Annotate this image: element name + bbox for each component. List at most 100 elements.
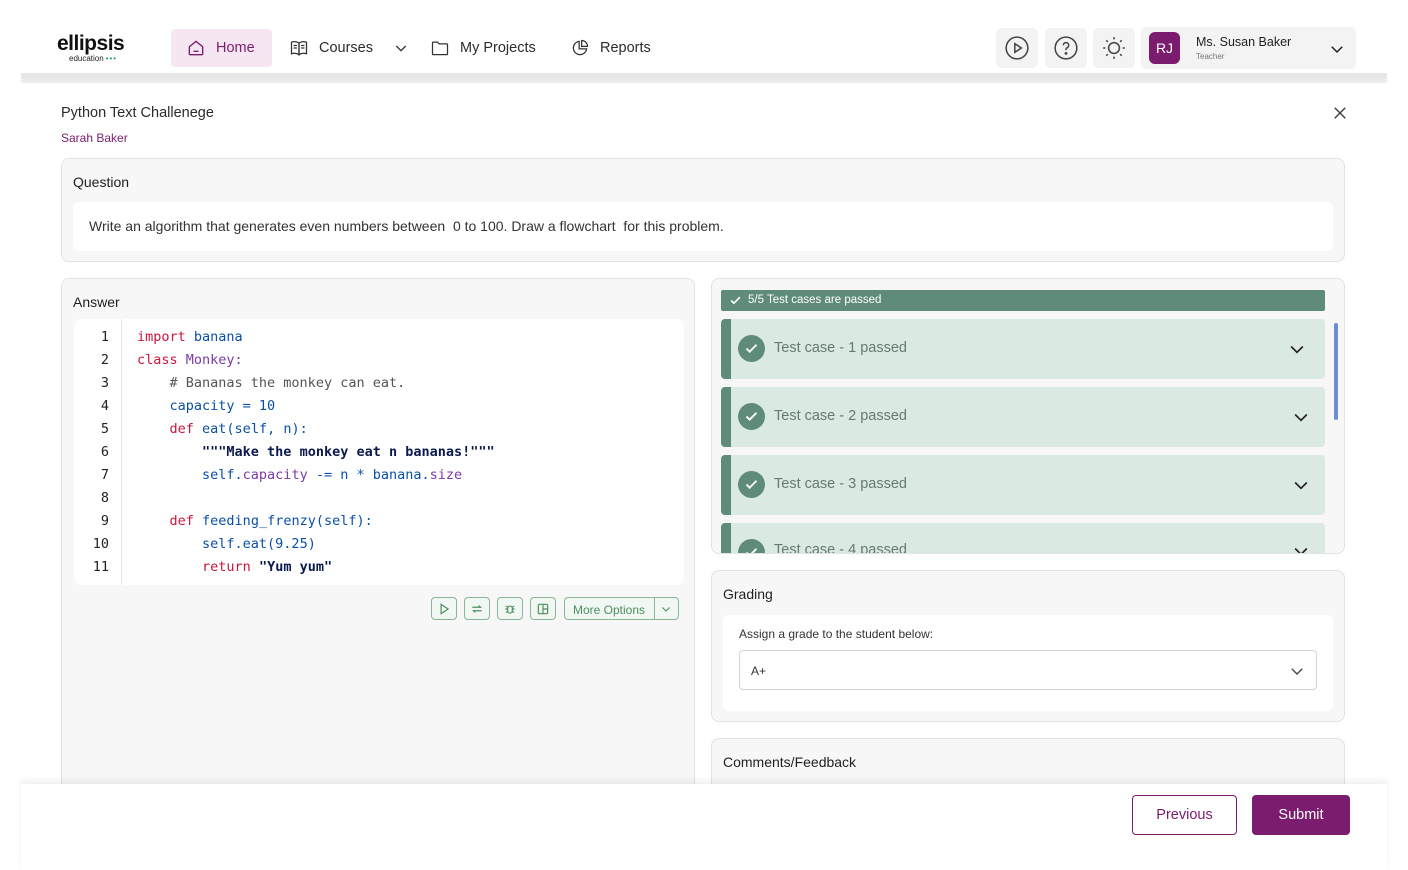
top-navbar: ellipsis education ••• Home Courses My Pr…	[21, 0, 1387, 74]
brand-name: ellipsis	[57, 32, 125, 55]
user-role: Teacher	[1196, 52, 1225, 61]
layout-button[interactable]	[530, 597, 556, 620]
line-number: 7	[100, 467, 109, 483]
nav-courses-label: Courses	[319, 40, 373, 56]
line-number: 8	[100, 490, 109, 506]
home-icon	[188, 40, 204, 56]
code-line: import banana	[137, 329, 243, 345]
line-number: 1	[100, 329, 109, 345]
grade-prompt: Assign a grade to the student below:	[739, 627, 934, 641]
play-icon	[1005, 36, 1029, 60]
more-options-button[interactable]: More Options	[564, 597, 679, 620]
book-icon	[290, 40, 308, 56]
layout-icon	[537, 603, 549, 614]
brand-sub: education •••	[69, 54, 118, 63]
check-icon	[738, 335, 765, 362]
code-line: class Monkey:	[137, 352, 243, 368]
code-line: self.eat(9.25)	[202, 536, 316, 552]
answer-card: Answer 1 2 3 4 5 6 7 8 9 10 11 import banana class …	[61, 278, 695, 798]
grading-label: Grading	[723, 586, 773, 602]
test-case-item[interactable]: Test case - 4 passed	[721, 523, 1325, 554]
run-button[interactable]	[431, 597, 457, 620]
test-case-label: Test case - 3 passed	[774, 476, 907, 492]
line-number: 5	[100, 421, 109, 437]
theme-toggle-button[interactable]	[1093, 28, 1135, 68]
more-options-divider	[654, 598, 655, 619]
student-name[interactable]: Sarah Baker	[61, 131, 128, 145]
chevron-down-icon[interactable]	[1287, 339, 1307, 359]
help-button[interactable]	[1045, 28, 1087, 68]
footer-bar: Previous Submit	[21, 784, 1387, 870]
test-case-item[interactable]: Test case - 2 passed	[721, 387, 1325, 447]
chevron-down-icon[interactable]	[393, 40, 409, 56]
help-icon	[1054, 36, 1078, 60]
check-icon	[738, 471, 765, 498]
grade-value: A+	[751, 664, 767, 678]
run-icon	[440, 602, 450, 615]
test-case-label: Test case - 1 passed	[774, 340, 907, 356]
submit-button[interactable]: Submit	[1252, 795, 1350, 835]
page-title: Python Text Challenege	[61, 105, 214, 121]
close-icon[interactable]	[1331, 104, 1349, 122]
tutorial-button[interactable]	[996, 28, 1038, 68]
nav-courses[interactable]: Courses	[289, 29, 373, 67]
code-line: def eat(self, n):	[169, 421, 308, 437]
line-number: 3	[100, 375, 109, 391]
nav-home-label: Home	[216, 40, 255, 56]
folder-icon	[431, 41, 449, 56]
user-menu[interactable]: RJ Ms. Susan Baker Teacher	[1141, 27, 1356, 69]
previous-button[interactable]: Previous	[1132, 795, 1237, 835]
code-line: # Bananas the monkey can eat.	[169, 375, 406, 391]
line-gutter: 1 2 3 4 5 6 7 8 9 10 11	[74, 319, 122, 585]
chevron-down-icon[interactable]	[1291, 541, 1311, 554]
debug-icon	[505, 605, 515, 614]
check-icon	[730, 296, 741, 305]
nav-home[interactable]: Home	[171, 29, 272, 67]
pie-chart-icon	[572, 39, 589, 56]
code-editor[interactable]: 1 2 3 4 5 6 7 8 9 10 11 import banana class Monkey:…	[74, 319, 684, 585]
test-case-item[interactable]: Test case - 3 passed	[721, 455, 1325, 515]
brand-logo[interactable]: ellipsis education •••	[57, 32, 125, 63]
chevron-down-icon	[1291, 668, 1303, 675]
question-box: Write an algorithm that generates even n…	[73, 202, 1333, 251]
grading-card: Grading Assign a grade to the student be…	[711, 570, 1345, 722]
loop-button[interactable]	[464, 597, 490, 620]
check-icon	[738, 539, 765, 553]
test-case-item[interactable]: Test case - 1 passed	[721, 319, 1325, 379]
code-line: capacity = 10	[169, 398, 276, 414]
grade-select[interactable]: A+	[739, 650, 1317, 690]
line-number: 9	[100, 513, 109, 529]
tests-summary-text: 5/5 Test cases are passed	[748, 294, 882, 306]
nav-reports-label: Reports	[600, 40, 651, 56]
test-results-panel: 5/5 Test cases are passed Test case - 1 …	[711, 278, 1345, 554]
tests-summary-banner: 5/5 Test cases are passed	[721, 290, 1325, 311]
test-case-label: Test case - 4 passed	[774, 542, 907, 554]
loop-icon	[472, 604, 482, 613]
chevron-down-icon[interactable]	[660, 603, 672, 615]
test-case-label: Test case - 2 passed	[774, 408, 907, 424]
chevron-down-icon[interactable]	[1291, 407, 1311, 427]
line-number: 4	[100, 398, 109, 414]
avatar: RJ	[1149, 32, 1180, 64]
debug-button[interactable]	[497, 597, 523, 620]
answer-label: Answer	[73, 294, 120, 310]
nav-projects-label: My Projects	[460, 40, 536, 56]
chevron-down-icon	[1331, 46, 1343, 54]
more-options-label: More Options	[573, 603, 646, 617]
line-number: 10	[92, 536, 109, 552]
code-line: self.capacity -= n * banana.size	[202, 467, 463, 483]
nav-reports[interactable]: Reports	[570, 29, 651, 67]
line-number: 2	[100, 352, 109, 368]
user-name: Ms. Susan Baker	[1196, 35, 1292, 49]
scrollbar-thumb[interactable]	[1334, 323, 1338, 420]
code-line: return "Yum yum"	[202, 559, 333, 575]
line-number: 11	[92, 559, 109, 575]
code-line: """Make the monkey eat n bananas!"""	[202, 444, 495, 460]
header-divider	[21, 74, 1387, 83]
chevron-down-icon[interactable]	[1291, 475, 1311, 495]
nav-projects[interactable]: My Projects	[430, 29, 536, 67]
code-line: def feeding_frenzy(self):	[169, 513, 373, 529]
sun-icon	[1103, 37, 1125, 59]
comments-label: Comments/Feedback	[723, 754, 857, 770]
line-number: 6	[100, 444, 109, 460]
